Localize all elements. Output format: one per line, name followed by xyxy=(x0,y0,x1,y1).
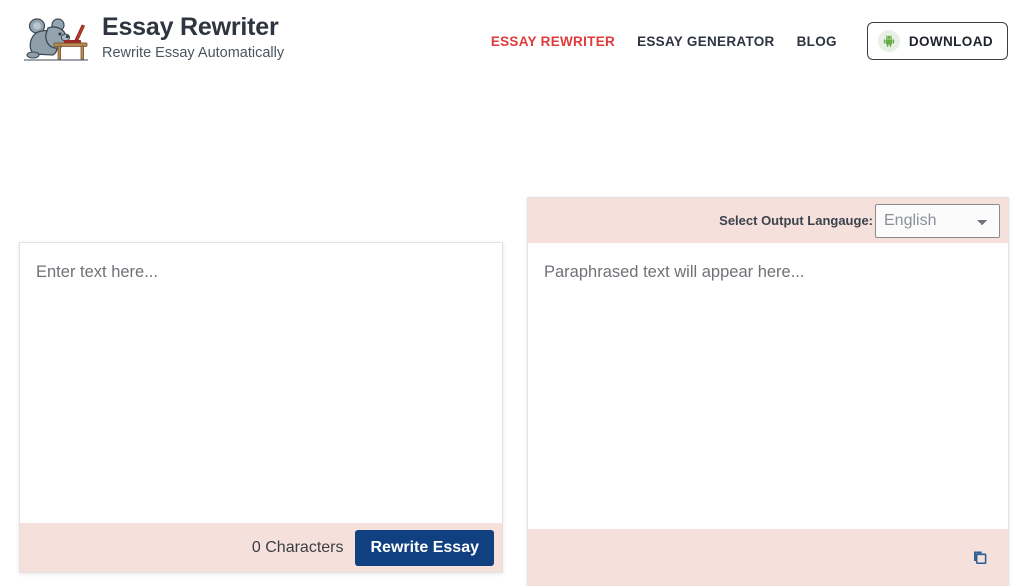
output-language-select[interactable]: English xyxy=(875,203,1000,238)
character-count: 0 Characters xyxy=(251,538,344,556)
main-navigation: ESSAY REWRITER ESSAY GENERATOR BLOG DOWN… xyxy=(491,22,1008,60)
source-text-input[interactable] xyxy=(20,243,502,523)
nav-item-blog[interactable]: BLOG xyxy=(797,34,837,49)
input-panel-footer: 0 Characters Rewrite Essay xyxy=(20,523,502,572)
output-panel-footer xyxy=(528,529,1008,586)
copy-icon xyxy=(971,551,990,571)
output-panel-header: Select Output Langauge: English xyxy=(528,198,1008,243)
brand-tagline: Rewrite Essay Automatically xyxy=(102,44,285,61)
site-header: Essay Rewriter Rewrite Essay Automatical… xyxy=(0,0,1024,78)
download-button[interactable]: DOWNLOAD xyxy=(866,22,1008,60)
download-button-label: DOWNLOAD xyxy=(908,33,993,49)
brand[interactable]: Essay Rewriter Rewrite Essay Automatical… xyxy=(20,10,284,66)
input-panel: 0 Characters Rewrite Essay xyxy=(19,242,503,573)
rewrite-essay-button[interactable]: Rewrite Essay xyxy=(355,529,494,566)
nav-item-essay-generator[interactable]: ESSAY GENERATOR xyxy=(637,34,775,49)
input-panel-body xyxy=(20,243,502,523)
page-title: Essay Rewriter xyxy=(102,13,279,42)
android-icon xyxy=(877,30,900,52)
output-panel: Select Output Langauge: English xyxy=(527,197,1009,586)
copy-button[interactable] xyxy=(969,547,992,570)
koala-at-desk-logo-icon xyxy=(20,10,90,66)
output-language-label: Select Output Langauge: xyxy=(719,213,873,228)
nav-item-essay-rewriter[interactable]: ESSAY REWRITER xyxy=(491,34,615,49)
paraphrased-text-output[interactable] xyxy=(528,243,1008,529)
brand-text: Essay Rewriter Rewrite Essay Automatical… xyxy=(102,13,284,63)
output-panel-body xyxy=(528,243,1008,529)
